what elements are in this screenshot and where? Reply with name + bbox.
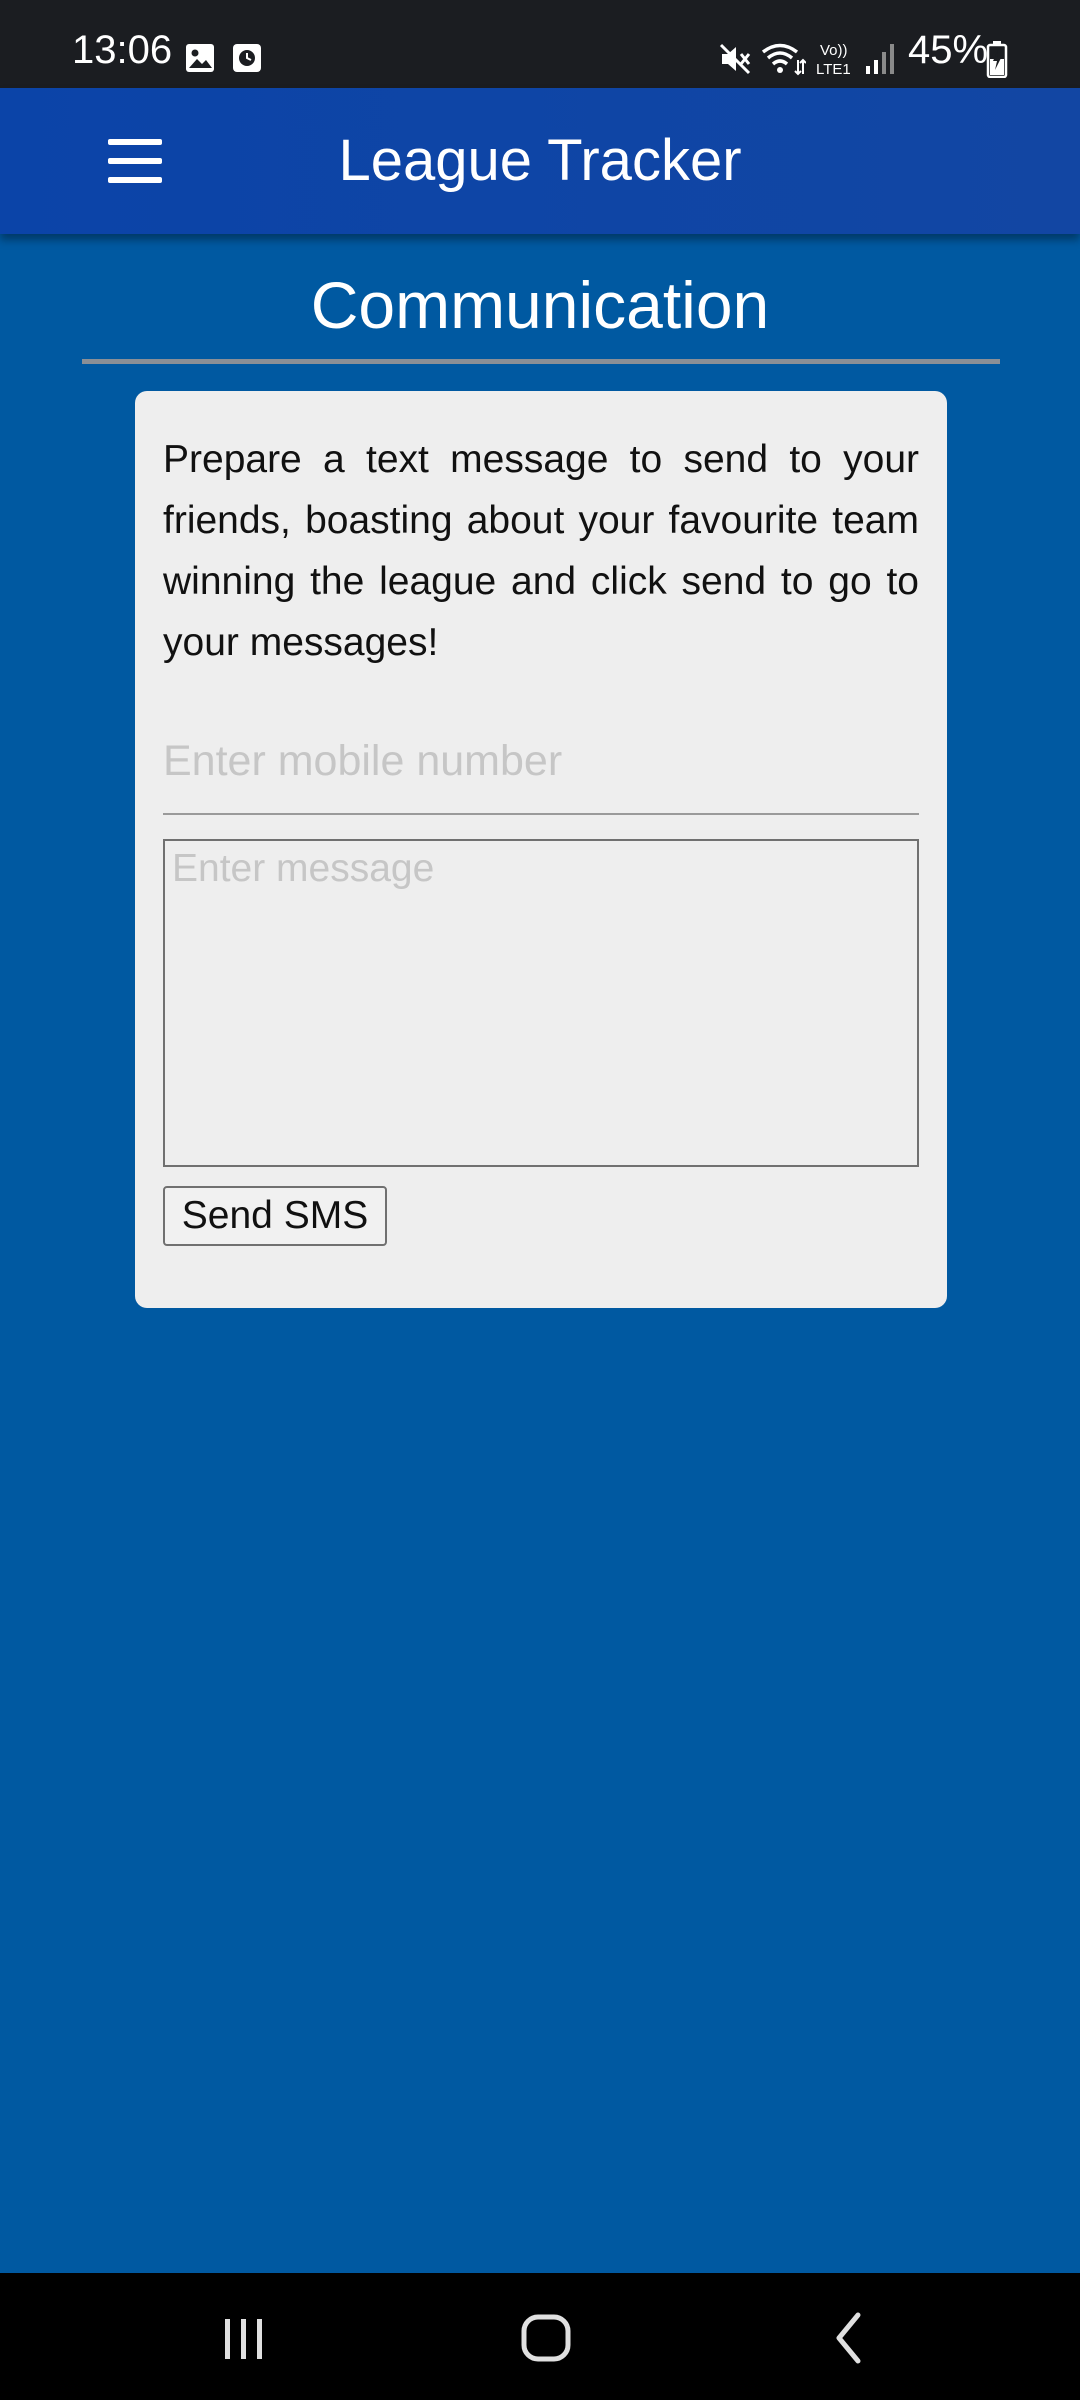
sms-card: Prepare a text message to send to your f… (135, 391, 947, 1308)
message-textarea[interactable] (163, 839, 919, 1167)
gallery-icon (186, 44, 214, 72)
app-bar: League Tracker (0, 88, 1080, 234)
mobile-number-input[interactable] (163, 709, 919, 815)
clock-icon (233, 44, 261, 72)
battery-percent: 45% (908, 28, 989, 72)
home-icon[interactable] (501, 2301, 591, 2371)
intro-text: Prepare a text message to send to your f… (163, 438, 919, 664)
back-icon[interactable] (803, 2301, 893, 2371)
battery-charging-icon (986, 41, 1008, 78)
signal-icon (866, 44, 894, 74)
title-divider (82, 359, 1000, 364)
status-time: 13:06 (72, 28, 173, 72)
wifi-icon (761, 43, 806, 76)
system-nav-bar (0, 2273, 1080, 2400)
svg-text:LTE1: LTE1 (816, 61, 851, 78)
status-bar: 13:06 Vo)) LTE1 45% (0, 0, 1080, 88)
app-title: League Tracker (338, 128, 742, 193)
svg-text:Vo)): Vo)) (820, 42, 848, 59)
send-sms-button[interactable]: Send SMS (163, 1186, 387, 1246)
mute-icon (719, 43, 751, 75)
page-title: Communication (310, 268, 770, 342)
recent-apps-icon[interactable] (198, 2301, 288, 2371)
volte-lte1-icon: Vo)) LTE1 (816, 42, 851, 78)
